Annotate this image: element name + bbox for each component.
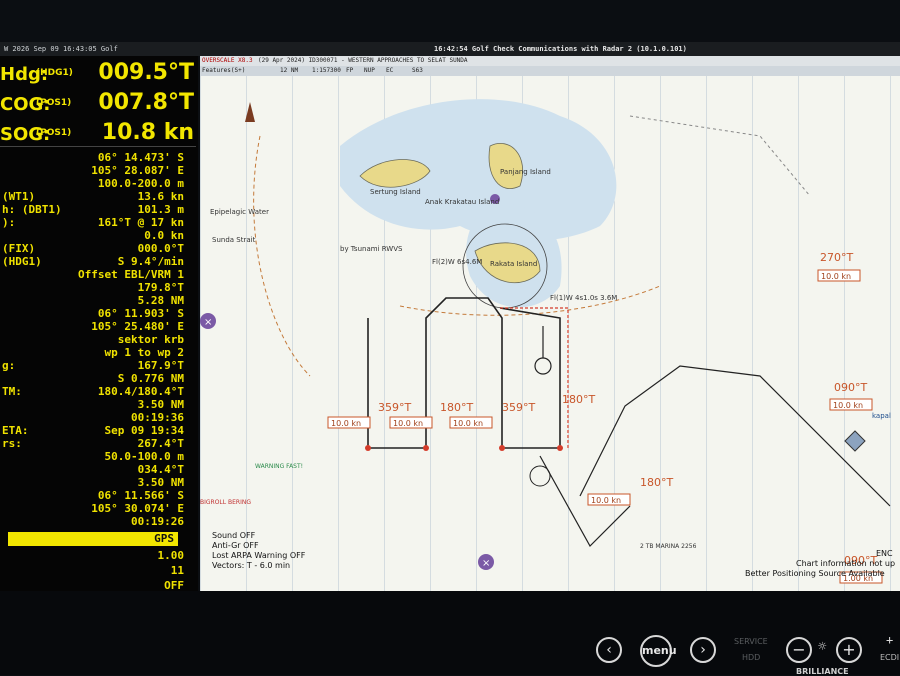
- svg-text:10.0 kn: 10.0 kn: [833, 401, 863, 410]
- vessel-label: kapal: [872, 412, 891, 420]
- area-label: Sunda Strait: [212, 236, 256, 244]
- range-setting[interactable]: 12 NM: [280, 66, 298, 76]
- navigation-panel: Hdg: (HDG1) 009.5°T COG: (POS1) 007.8°T …: [0, 56, 198, 591]
- nav-data-row: 00:19:26: [0, 514, 196, 529]
- light-label: Fl(1)W 4s1.0s 3.6M: [550, 294, 617, 302]
- gps-value-3: OFF: [164, 579, 184, 591]
- speed-box: 10.0 kn: [389, 416, 433, 429]
- ecdis-chart[interactable]: OVERSCALE X8.3 (29 Apr 2024) ID300071 - …: [200, 56, 900, 591]
- menu-button[interactable]: menu: [640, 635, 677, 667]
- light-label: Fl(2)W 6s4.6M: [432, 258, 482, 266]
- bearing-label: 359°T: [378, 401, 411, 414]
- gps-value-1: 1.00: [157, 549, 185, 562]
- waypoint-marker[interactable]: [499, 445, 505, 451]
- bearing-label: 090°T: [834, 381, 867, 394]
- service-label: SERVICE: [734, 637, 768, 646]
- svg-text:10.0 kn: 10.0 kn: [331, 419, 361, 428]
- plus-icon: +: [886, 633, 894, 647]
- svg-text:10.0 kn: 10.0 kn: [591, 496, 621, 505]
- s63-label: S63: [412, 67, 423, 74]
- speed-box: 10.0 kn: [449, 416, 493, 429]
- bearing-label: 180°T: [640, 476, 673, 489]
- orientation-mode[interactable]: NUP: [364, 66, 375, 76]
- svg-text:10.0 kn: 10.0 kn: [821, 272, 851, 281]
- target-label: BIGROLL BERING: [200, 499, 251, 506]
- gps-source-bar[interactable]: GPS: [8, 532, 178, 546]
- hdd-label: HDD: [742, 653, 761, 662]
- heading-readout: Hdg: (HDG1) 009.5°T: [0, 60, 194, 85]
- row-value: 00:19:26: [131, 515, 184, 528]
- island-label: Anak Krakatau Island: [425, 198, 499, 206]
- vessel-label: 2 TB MARINA 2256: [640, 543, 697, 550]
- speed-box: 10.0 kn: [327, 416, 371, 429]
- cog-readout: COG: (POS1) 007.8°T: [0, 90, 194, 115]
- gps-value-2: 11: [170, 564, 184, 577]
- waypoint-marker[interactable]: [557, 445, 563, 451]
- bearing-label: 180°T: [440, 401, 473, 414]
- bearing-label: 270°T: [820, 251, 853, 264]
- prev-button[interactable]: ‹: [596, 637, 622, 663]
- chart-toolbar: Features(S+) 12 NM 1:157300 FP NUP EC S6…: [200, 66, 900, 76]
- alert-message[interactable]: 16:42:54 Golf Check Communications with …: [434, 42, 687, 56]
- sog-readout: SOG: (POS1) 10.8 kn: [0, 120, 194, 145]
- vectors-status: Vectors: T - 6.0 min: [212, 561, 290, 570]
- divider: [0, 146, 196, 147]
- ecdis-label: ECDI: [880, 653, 900, 662]
- island-label: Sertung Island: [370, 188, 421, 196]
- bearing-label: 180°T: [562, 393, 595, 406]
- speed-box: 10.0 kn: [817, 269, 861, 282]
- svg-text:×: ×: [482, 558, 490, 569]
- waypoint-marker[interactable]: [423, 445, 429, 451]
- positioning-warning: Better Positioning Source Available: [745, 569, 885, 578]
- features-dropdown[interactable]: Features(S+): [202, 66, 245, 76]
- island-label: Rakata Island: [490, 260, 537, 268]
- next-button[interactable]: ›: [690, 637, 716, 663]
- system-time: W 2026 Sep 09 16:43:05 Golf: [4, 45, 118, 53]
- svg-text:×: ×: [204, 317, 212, 328]
- bearing-label: 359°T: [502, 401, 535, 414]
- waypoint-marker[interactable]: [365, 445, 371, 451]
- chart-scale: 1:157300: [312, 67, 341, 74]
- bezel-controls: ‹ menu › SERVICE HDD − ☼ + BRILLIANCE + …: [0, 591, 900, 676]
- svg-text:10.0 kn: 10.0 kn: [393, 419, 423, 428]
- speed-box: 10.0 kn: [587, 493, 631, 506]
- ec-mode[interactable]: EC: [386, 66, 393, 76]
- chart-info-warning: Chart information not up: [796, 559, 895, 568]
- top-status-bar: W 2026 Sep 09 16:43:05 Golf 16:42:54 Gol…: [0, 42, 900, 56]
- chart-canvas[interactable]: × × Sertung Island Anak Krakatau Island …: [200, 76, 900, 591]
- speed-box: 10.0 kn: [829, 398, 873, 411]
- antigr-status: Anti-Gr OFF: [212, 541, 259, 550]
- area-label: Epipelagic Water: [210, 208, 269, 216]
- arpa-status: Lost ARPA Warning OFF: [212, 551, 306, 560]
- brightness-down-button[interactable]: −: [786, 637, 812, 663]
- warning-label: WARNING FAST!: [255, 463, 303, 470]
- svg-text:10.0 kn: 10.0 kn: [453, 419, 483, 428]
- enc-label: ENC: [876, 549, 893, 558]
- island-label: Panjang Island: [500, 168, 551, 176]
- sound-status: Sound OFF: [212, 531, 256, 540]
- sun-icon: ☼: [818, 639, 827, 655]
- brightness-up-button[interactable]: +: [836, 637, 862, 663]
- chart-note: by Tsunami RWVS: [340, 245, 403, 253]
- fp-mode[interactable]: FP: [346, 66, 353, 76]
- chart-title-bar: OVERSCALE X8.3 (29 Apr 2024) ID300071 - …: [200, 56, 900, 66]
